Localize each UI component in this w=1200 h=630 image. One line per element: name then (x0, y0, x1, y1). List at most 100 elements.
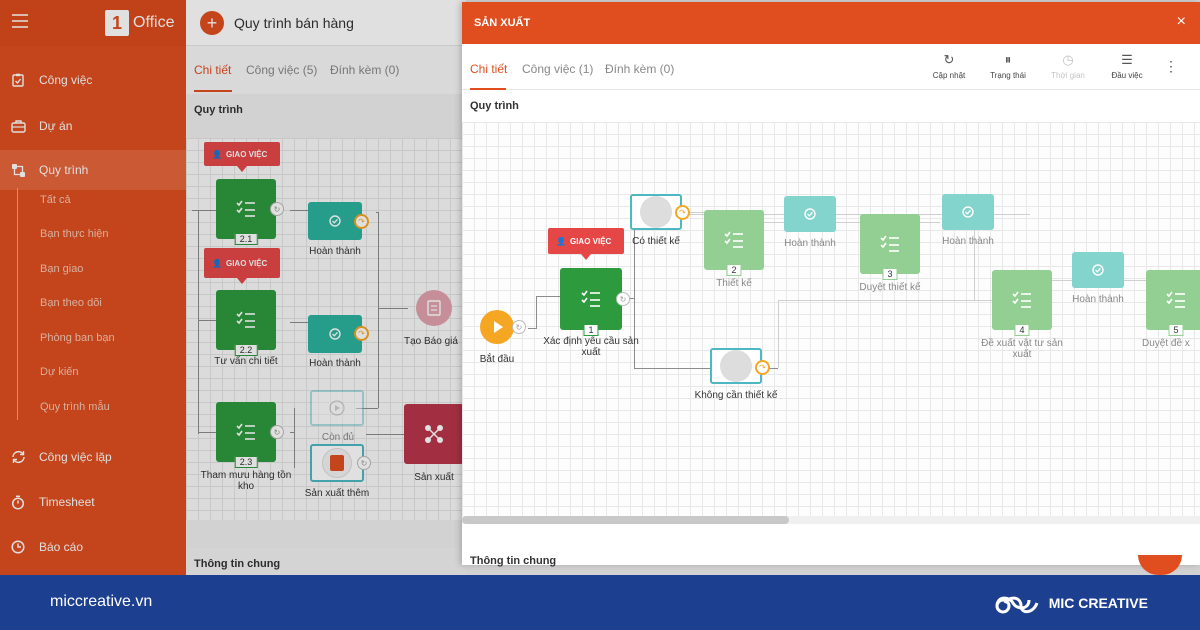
assign-badge[interactable]: 👤 GIAO VIỆC (204, 142, 280, 172)
more-options-icon[interactable]: ⋮ (1164, 58, 1178, 75)
node-label: Duyệt đề x (1142, 338, 1190, 349)
node-label: Sản xuất (414, 472, 454, 483)
check-circle-icon (329, 215, 341, 227)
document-icon (427, 300, 441, 316)
assign-badge[interactable]: 👤 GIAO VIỆC (548, 228, 624, 260)
checklist-icon (236, 423, 255, 440)
node-label: Hoàn thành (309, 246, 361, 257)
menu-icon[interactable] (12, 14, 28, 28)
submenu-item-phong-ban[interactable]: Phòng ban bạn (40, 332, 115, 344)
add-user-icon: 👤 (212, 258, 222, 268)
stopwatch-icon (10, 494, 26, 510)
submenu-line (17, 188, 18, 420)
add-button[interactable]: + (200, 11, 224, 35)
floating-action-button[interactable] (1138, 555, 1182, 575)
gateway-con-du[interactable] (310, 390, 364, 426)
check-circle-icon (962, 206, 974, 218)
task-number: 2.1 (234, 233, 258, 245)
sidebar-item-du-an[interactable]: Dự án (0, 104, 186, 148)
start-node[interactable] (480, 310, 514, 344)
submenu-item-ban-thuc-hien[interactable]: Bạn thực hiện (40, 228, 109, 240)
footer-url[interactable]: miccreative.vn (50, 593, 152, 611)
sidebar-item-bao-cao[interactable]: Báo cáo (0, 525, 186, 569)
submenu-item-ban-giao[interactable]: Bạn giao (40, 263, 83, 275)
submenu-item-ban-theo-doi[interactable]: Bạn theo dõi (40, 297, 102, 309)
time-button[interactable]: ◷ Thời gian (1043, 52, 1093, 80)
submenu-item-quy-trinh-mau[interactable]: Quy trình mẫu (40, 401, 110, 413)
tab-underline (470, 88, 506, 90)
connector (634, 368, 710, 369)
process-canvas[interactable]: ↻ Bắt đầu 👤 GIAO VIỆC 1 ↻ Xác định yêu cầ… (462, 122, 1200, 518)
task-node-2-3[interactable]: 2.3 (216, 402, 276, 468)
mic-logo-icon (995, 596, 1039, 614)
tool-label: Thời gian (1051, 71, 1085, 80)
logo[interactable]: 1 Office (105, 10, 175, 36)
forward-icon[interactable]: ↷ (354, 214, 369, 229)
page-tabs: Chi tiết Công việc (5) Đính kèm (0) (186, 46, 466, 94)
node-label: Duyệt thiết kế (859, 282, 921, 293)
tab-cong-viec[interactable]: Công việc (1) (522, 62, 593, 76)
checklist-icon (880, 235, 899, 252)
task-node-2-2[interactable]: 2.2 (216, 290, 276, 356)
pause-circle-icon: ⏸ (1004, 52, 1012, 67)
sidebar-item-cong-viec[interactable]: Công việc (0, 58, 186, 102)
refresh-icon: ↻ (943, 52, 955, 67)
subtasks-button[interactable]: ☰ Đầu việc (1102, 52, 1152, 80)
close-icon[interactable]: × (1177, 13, 1186, 31)
horizontal-scrollbar[interactable] (462, 516, 1200, 524)
connector-handle-icon[interactable]: ↻ (270, 202, 284, 216)
assign-badge[interactable]: 👤 GIAO VIỆC (204, 248, 280, 284)
connector-handle-icon[interactable]: ↻ (512, 320, 526, 334)
task-node-5[interactable]: 5 (1146, 270, 1200, 336)
task-node-3[interactable]: 3 (860, 214, 920, 280)
forward-icon[interactable]: ↷ (675, 205, 690, 220)
done-node-2[interactable] (942, 194, 994, 230)
task-number: 5 (1168, 324, 1184, 336)
forward-icon[interactable]: ↷ (354, 326, 369, 341)
submenu-item-du-kien[interactable]: Dự kiến (40, 366, 79, 378)
info-section: Thông tin chung (186, 548, 466, 575)
tab-dinh-kem[interactable]: Đính kèm (0) (330, 63, 399, 77)
scrollbar-thumb[interactable] (462, 516, 789, 524)
office-logo-icon (322, 448, 352, 478)
connector (836, 222, 860, 223)
sidebar-item-label: Công việc (39, 73, 93, 87)
done-node-3[interactable] (1072, 252, 1124, 288)
connector (290, 322, 308, 323)
submenu-item-tat-ca[interactable]: Tất cả (40, 194, 71, 206)
subprocess-icon (425, 425, 443, 443)
gateway-san-xuat-them[interactable] (310, 444, 364, 482)
check-circle-icon (329, 328, 341, 340)
tab-dinh-kem[interactable]: Đính kèm (0) (605, 62, 674, 76)
task-number: 3 (882, 268, 898, 280)
connector (778, 300, 992, 301)
connector-handle-icon[interactable]: ↻ (270, 425, 284, 439)
task-number: 1 (583, 324, 599, 336)
connector-handle-icon[interactable]: ↻ (616, 292, 630, 306)
node-label: Hoàn thành (309, 358, 361, 369)
task-node-2-1[interactable]: 2.1 (216, 179, 276, 245)
sidebar-item-cong-viec-lap[interactable]: Công việc lặp (0, 435, 186, 479)
task-node-4[interactable]: 4 (992, 270, 1052, 336)
subprocess-node-san-xuat[interactable] (404, 404, 464, 464)
task-node-1[interactable]: 1 (560, 268, 622, 336)
process-canvas[interactable]: 2.1 ↻ 👤 GIAO VIỆC ↷ Hoàn thành 👤 GIAO VIỆC… (186, 138, 466, 520)
sidebar-item-quy-trinh[interactable]: Quy trình (0, 150, 186, 190)
status-button[interactable]: ⏸ Trạng thái (983, 52, 1033, 80)
forward-icon[interactable]: ↷ (755, 360, 770, 375)
sidebar-item-timesheet[interactable]: Timesheet (0, 480, 186, 524)
update-button[interactable]: ↻ Cập nhật (924, 52, 974, 80)
connector-handle-icon[interactable]: ↻ (357, 456, 371, 470)
done-node-1[interactable] (784, 196, 836, 232)
task-node-2[interactable]: 2 (704, 210, 764, 276)
connector (290, 210, 308, 211)
modal-title: SẢN XUẤT (474, 17, 531, 29)
connector (536, 296, 537, 329)
tab-cong-viec[interactable]: Công việc (5) (246, 63, 317, 77)
gateway-circle (720, 350, 752, 382)
tab-chi-tiet[interactable]: Chi tiết (470, 62, 507, 76)
repeat-icon (10, 449, 26, 465)
tab-chi-tiet[interactable]: Chi tiết (194, 63, 231, 77)
report-node-bao-gia[interactable] (416, 290, 452, 326)
modal-header: SẢN XUẤT × (462, 2, 1200, 44)
